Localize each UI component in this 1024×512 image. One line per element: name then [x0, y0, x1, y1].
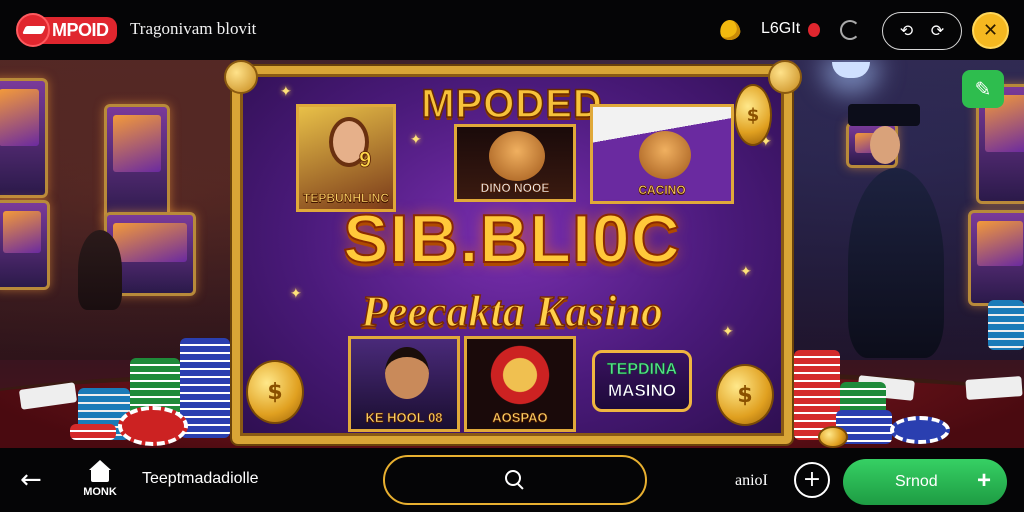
add-button[interactable]: + — [794, 462, 830, 498]
gold-coin — [818, 426, 848, 448]
chip-stack — [70, 424, 116, 440]
edit-fab-button[interactable]: ✎ — [962, 70, 1004, 108]
brand-logo[interactable]: MPOID — [16, 13, 117, 47]
chip-stack — [988, 300, 1024, 350]
gold-coin: $ — [246, 360, 304, 424]
gem-icon[interactable] — [718, 18, 742, 42]
search-icon — [505, 470, 525, 490]
tile-roulette[interactable]: AOSPAO — [464, 336, 576, 432]
badge-line-2: MASINO — [608, 381, 677, 401]
promo-badge[interactable]: TEPDINA MASINO — [592, 350, 692, 412]
dealer-face — [870, 126, 900, 164]
share-icon[interactable]: ⟲ — [900, 23, 913, 39]
cta-plus-icon: + — [976, 467, 991, 494]
pencil-icon: ✎ — [974, 77, 992, 101]
sparkle-icon: ✦ — [290, 286, 302, 302]
notification-dot-icon — [808, 23, 820, 37]
home-button[interactable]: MONK — [78, 460, 122, 498]
search-bar[interactable] — [383, 455, 647, 505]
tile-lion[interactable]: DINO NOOE — [454, 124, 576, 202]
slot-machine — [968, 210, 1024, 306]
home-label: MONK — [83, 486, 117, 498]
login-link[interactable]: L6GIt — [761, 20, 800, 38]
plus-icon: + — [802, 467, 822, 492]
avatar-glyph-icon: ✕ — [982, 20, 999, 41]
tile-label: CACINO — [638, 183, 686, 198]
top-bar: MPOID Tragonivam blovit L6GIt ⟲ ⟳ ✕ — [0, 0, 1024, 60]
man-face — [385, 347, 429, 399]
sparkle-icon: ✦ — [722, 324, 734, 340]
tile-woman[interactable]: 9 TEPBUNHLINC — [296, 104, 396, 212]
promo-subtitle: Peecakta Kasino — [360, 286, 663, 337]
logo-text: MPOID — [42, 16, 117, 44]
player-figure — [78, 230, 122, 310]
tile-label: KE HOOL 08 — [365, 410, 443, 426]
tile-man[interactable]: KE HOOL 08 — [348, 336, 460, 432]
frame-ornament — [768, 60, 802, 94]
sync-icon[interactable]: ⟳ — [931, 23, 944, 39]
sparkle-icon: ✦ — [280, 84, 292, 100]
gold-coin: $ — [716, 364, 774, 426]
gold-coin: $ — [734, 84, 772, 146]
tile-label: AOSPAO — [492, 410, 548, 426]
playing-card — [965, 376, 1023, 400]
tile-cards-lion[interactable]: CACINO — [590, 104, 734, 204]
bottom-bar: ← MONK Teeptmadadiolle anioI + Srnod + — [0, 448, 1024, 512]
slot-machine — [104, 104, 170, 224]
poker-chip — [118, 406, 188, 446]
dealer-hat — [848, 104, 920, 126]
game-promo-frame[interactable]: MPODED 9 TEPBUNHLINC DINO NOOE CACINO SI… — [232, 66, 792, 444]
lion-face — [639, 131, 691, 179]
promo-main-title: SIB.BLI0C — [342, 200, 681, 278]
cta-button[interactable]: Srnod + — [843, 459, 1007, 505]
frame-ornament — [224, 60, 258, 94]
sparkle-icon: ✦ — [410, 132, 422, 148]
bottom-title: Teeptmadadiolle — [142, 470, 259, 487]
badge-line-1: TEPDINA — [606, 361, 678, 379]
poker-chip — [890, 416, 950, 444]
slot-machine — [0, 78, 48, 198]
tile-number: 9 — [359, 147, 372, 173]
site-title: Tragonivam blovit — [130, 19, 257, 38]
cta-label: Srnod — [895, 473, 938, 490]
back-arrow-icon[interactable]: ← — [20, 466, 52, 494]
hero-banner: ✎ MPODED 9 TEPBUNHLINC DINO NOOE CACINO … — [0, 60, 1024, 448]
avatar[interactable]: ✕ — [972, 12, 1009, 49]
refresh-icon[interactable] — [840, 20, 860, 40]
lion-face — [489, 131, 545, 181]
sparkle-icon: ✦ — [740, 264, 752, 280]
bottom-label: anioI — [735, 472, 768, 489]
slot-machine — [0, 200, 50, 290]
home-icon — [89, 460, 111, 482]
dealer-figure — [848, 168, 944, 358]
action-pill[interactable]: ⟲ ⟳ — [882, 12, 962, 50]
tile-label: DINO NOOE — [480, 181, 550, 196]
logo-mark-icon — [16, 13, 50, 47]
